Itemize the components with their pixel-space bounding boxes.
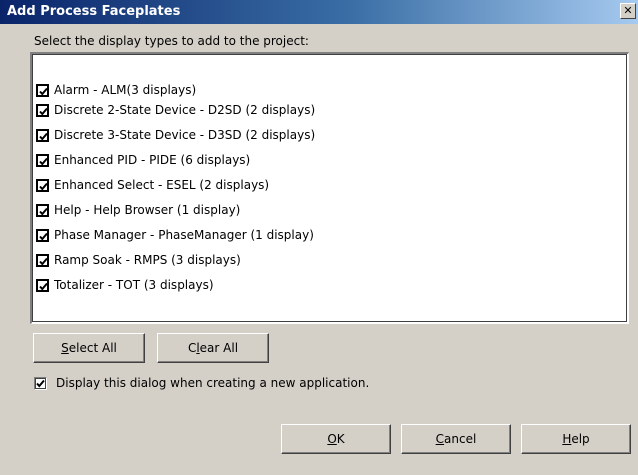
ok-button[interactable]: OK bbox=[281, 424, 391, 454]
title-bar: Add Process Faceplates ✕ bbox=[0, 0, 638, 24]
help-button[interactable]: Help bbox=[521, 424, 631, 454]
list-item[interactable]: Ramp Soak - RMPS (3 displays) bbox=[36, 251, 241, 269]
ok-label: K bbox=[336, 432, 345, 446]
list-item-label: Enhanced PID - PIDE (6 displays) bbox=[54, 153, 251, 167]
clear-all-label-pre: C bbox=[187, 341, 197, 355]
list-item[interactable]: Alarm - ALM(3 displays) bbox=[36, 81, 196, 99]
clear-all-label: ear All bbox=[199, 341, 239, 355]
list-item-label: Alarm - ALM(3 displays) bbox=[54, 83, 197, 97]
check-icon bbox=[39, 182, 48, 191]
list-item-label: Help - Help Browser (1 display) bbox=[54, 203, 241, 217]
check-icon bbox=[39, 282, 48, 291]
cancel-mnemonic: C bbox=[435, 432, 445, 446]
close-icon: ✕ bbox=[623, 4, 633, 17]
check-icon bbox=[39, 107, 48, 116]
help-label: elp bbox=[571, 432, 590, 446]
select-all-button[interactable]: Select All bbox=[33, 333, 145, 363]
list-item-label: Ramp Soak - RMPS (3 displays) bbox=[54, 253, 241, 267]
help-mnemonic: H bbox=[562, 432, 572, 446]
checkbox[interactable] bbox=[36, 178, 49, 192]
select-all-mnemonic: S bbox=[61, 341, 69, 355]
list-item[interactable]: Discrete 3-State Device - D3SD (2 displa… bbox=[36, 126, 315, 144]
check-icon bbox=[39, 87, 48, 96]
show-dialog-option[interactable]: Display this dialog when creating a new … bbox=[34, 376, 369, 390]
list-item[interactable]: Help - Help Browser (1 display) bbox=[36, 201, 240, 219]
list-item[interactable]: Enhanced Select - ESEL (2 displays) bbox=[36, 176, 269, 194]
dialog-title: Add Process Faceplates bbox=[7, 4, 181, 19]
instruction-label: Select the display types to add to the p… bbox=[34, 34, 309, 48]
check-icon bbox=[36, 379, 45, 388]
display-types-list[interactable]: Alarm - ALM(3 displays) Discrete 2-State… bbox=[30, 52, 629, 324]
list-item-label: Discrete 2-State Device - D2SD (2 displa… bbox=[54, 103, 316, 117]
checkbox[interactable] bbox=[36, 228, 49, 242]
checkbox[interactable] bbox=[36, 253, 49, 267]
check-icon bbox=[39, 207, 48, 216]
check-icon bbox=[39, 257, 48, 266]
list-item[interactable]: Phase Manager - PhaseManager (1 display) bbox=[36, 226, 314, 244]
checkbox[interactable] bbox=[36, 83, 49, 97]
checkbox[interactable] bbox=[36, 278, 49, 292]
cancel-label: ancel bbox=[444, 432, 477, 446]
show-dialog-checkbox[interactable] bbox=[34, 376, 47, 390]
check-icon bbox=[39, 232, 48, 241]
checkbox[interactable] bbox=[36, 153, 49, 167]
list-item[interactable]: Totalizer - TOT (3 displays) bbox=[36, 276, 214, 294]
list-item-label: Discrete 3-State Device - D3SD (2 displa… bbox=[54, 128, 316, 142]
list-item[interactable]: Discrete 2-State Device - D2SD (2 displa… bbox=[36, 101, 315, 119]
checkbox[interactable] bbox=[36, 203, 49, 217]
checkbox[interactable] bbox=[36, 128, 49, 142]
list-item-label: Phase Manager - PhaseManager (1 display) bbox=[54, 228, 314, 242]
ok-mnemonic: O bbox=[327, 432, 337, 446]
select-all-label: elect All bbox=[68, 341, 117, 355]
clear-all-button[interactable]: Cl ear All bbox=[157, 333, 269, 363]
list-item[interactable]: Enhanced PID - PIDE (6 displays) bbox=[36, 151, 250, 169]
cancel-button[interactable]: Cancel bbox=[401, 424, 511, 454]
check-icon bbox=[39, 157, 48, 166]
checkbox[interactable] bbox=[36, 103, 49, 117]
close-button[interactable]: ✕ bbox=[620, 3, 636, 19]
list-item-label: Totalizer - TOT (3 displays) bbox=[54, 278, 214, 292]
list-item-label: Enhanced Select - ESEL (2 displays) bbox=[54, 178, 270, 192]
show-dialog-label: Display this dialog when creating a new … bbox=[56, 376, 370, 390]
check-icon bbox=[39, 132, 48, 141]
